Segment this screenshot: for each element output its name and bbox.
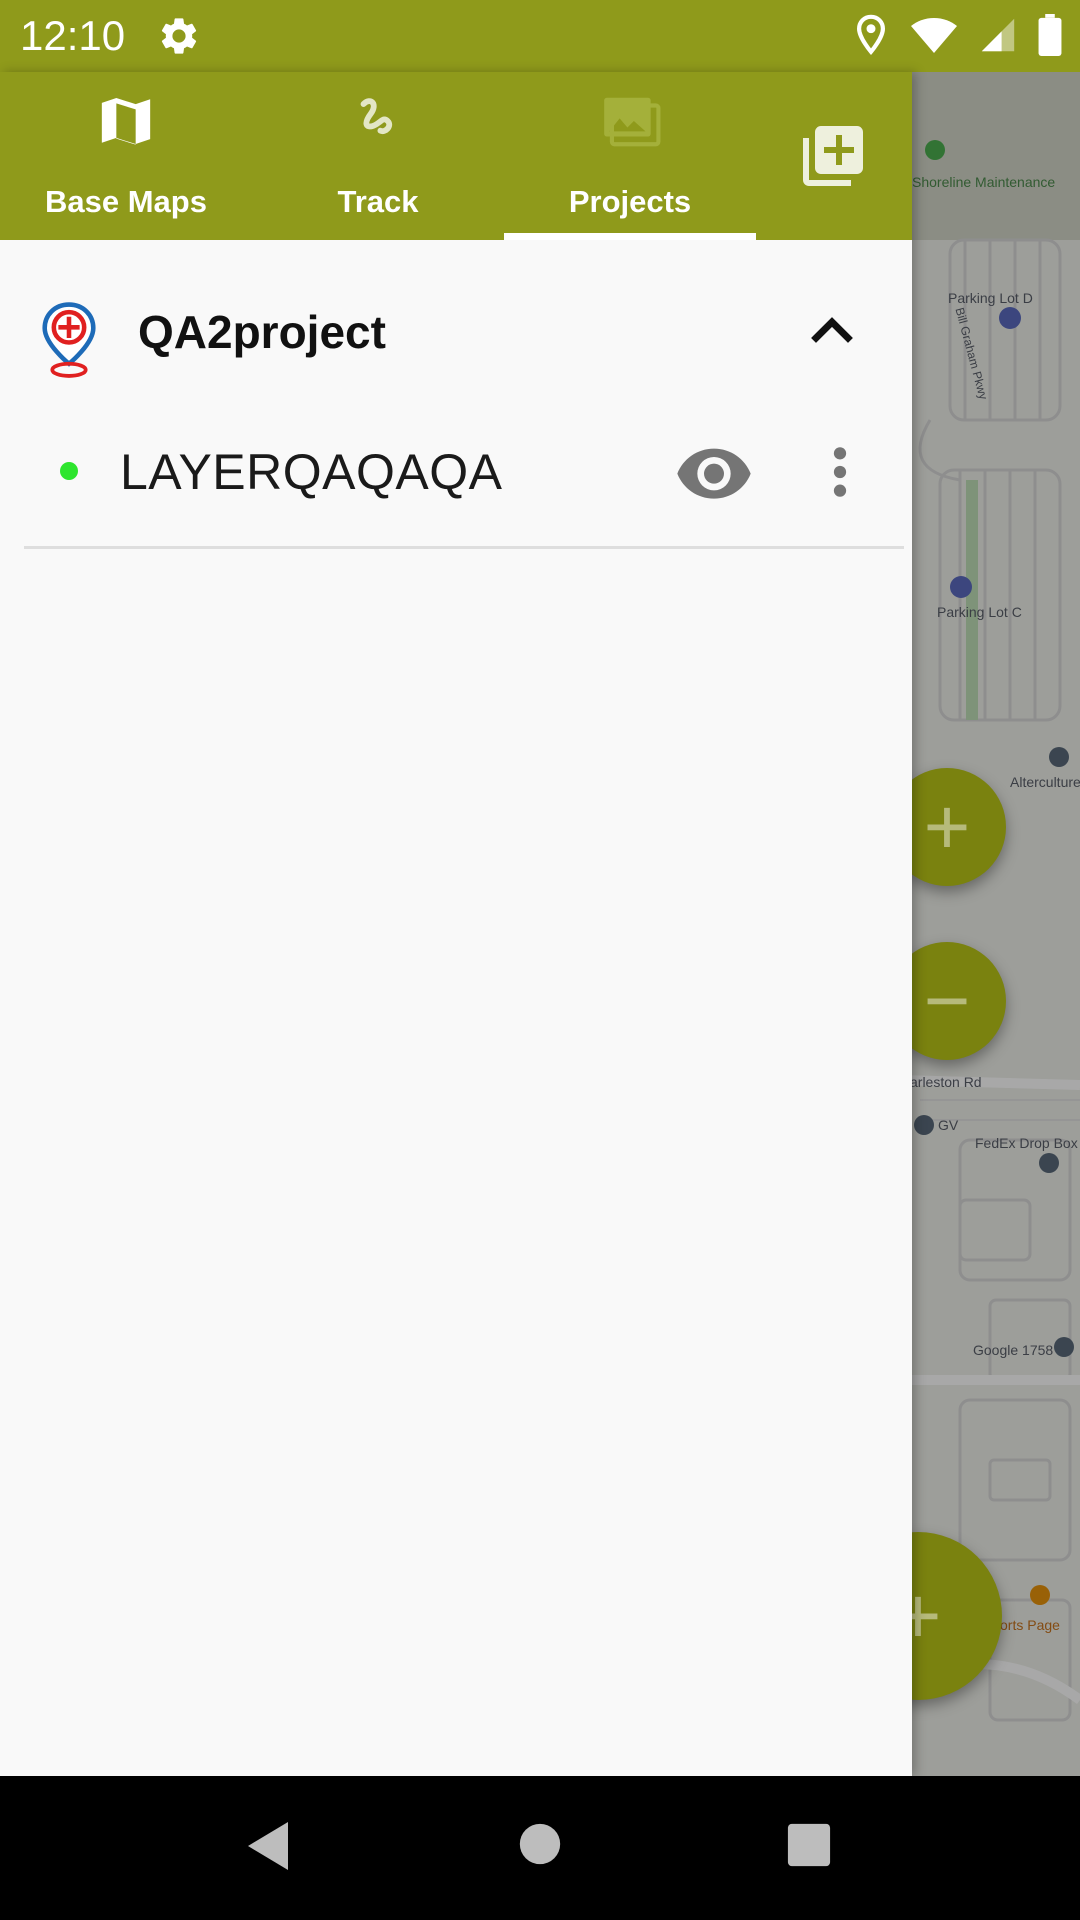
image-icon bbox=[504, 92, 756, 150]
tab-track-label: Track bbox=[337, 184, 419, 219]
tab-projects-label: Projects bbox=[568, 184, 692, 219]
collapse-project-button[interactable] bbox=[800, 298, 864, 362]
layer-name[interactable]: LAYERQAQAQA bbox=[120, 440, 502, 504]
navigation-bar bbox=[0, 1776, 1080, 1920]
project-name[interactable]: QA2project bbox=[138, 300, 386, 364]
tab-selected-indicator bbox=[504, 233, 756, 240]
track-squiggle-icon bbox=[252, 92, 504, 150]
cell-signal-icon bbox=[980, 16, 1016, 59]
home-circle-icon bbox=[518, 1823, 562, 1870]
battery-icon bbox=[1038, 14, 1062, 61]
layer-divider bbox=[24, 546, 904, 549]
tab-base-maps-label: Base Maps bbox=[45, 184, 207, 219]
eye-icon bbox=[674, 448, 754, 508]
back-triangle-icon bbox=[244, 1822, 292, 1878]
map-icon bbox=[0, 92, 252, 150]
wifi-icon bbox=[910, 15, 958, 60]
settings-gear-icon bbox=[157, 14, 201, 63]
back-button[interactable] bbox=[244, 1818, 292, 1879]
home-button[interactable] bbox=[518, 1822, 562, 1871]
status-icons bbox=[854, 14, 1062, 61]
tab-projects[interactable]: Projects bbox=[504, 72, 756, 240]
chevron-up-icon bbox=[800, 317, 864, 366]
tab-base-maps[interactable]: Base Maps bbox=[0, 72, 252, 240]
recents-square-icon bbox=[786, 1823, 832, 1872]
projects-drawer: Base Maps Track Projects QA2project LAYE… bbox=[0, 72, 912, 1776]
status-bar: 12:10 bbox=[0, 0, 1080, 72]
more-vert-icon bbox=[818, 447, 862, 508]
layer-visibility-button[interactable] bbox=[674, 440, 754, 504]
tab-track[interactable]: Track bbox=[252, 72, 504, 240]
drawer-tab-bar: Base Maps Track Projects bbox=[0, 72, 912, 240]
recents-button[interactable] bbox=[786, 1822, 832, 1873]
location-pin-icon bbox=[854, 14, 888, 61]
add-project-button[interactable] bbox=[797, 120, 869, 192]
layer-status-dot bbox=[60, 462, 78, 480]
status-time: 12:10 bbox=[20, 12, 126, 59]
add-to-library-icon bbox=[797, 126, 869, 196]
project-pin-logo-icon bbox=[38, 300, 100, 387]
layer-menu-button[interactable] bbox=[818, 440, 862, 504]
